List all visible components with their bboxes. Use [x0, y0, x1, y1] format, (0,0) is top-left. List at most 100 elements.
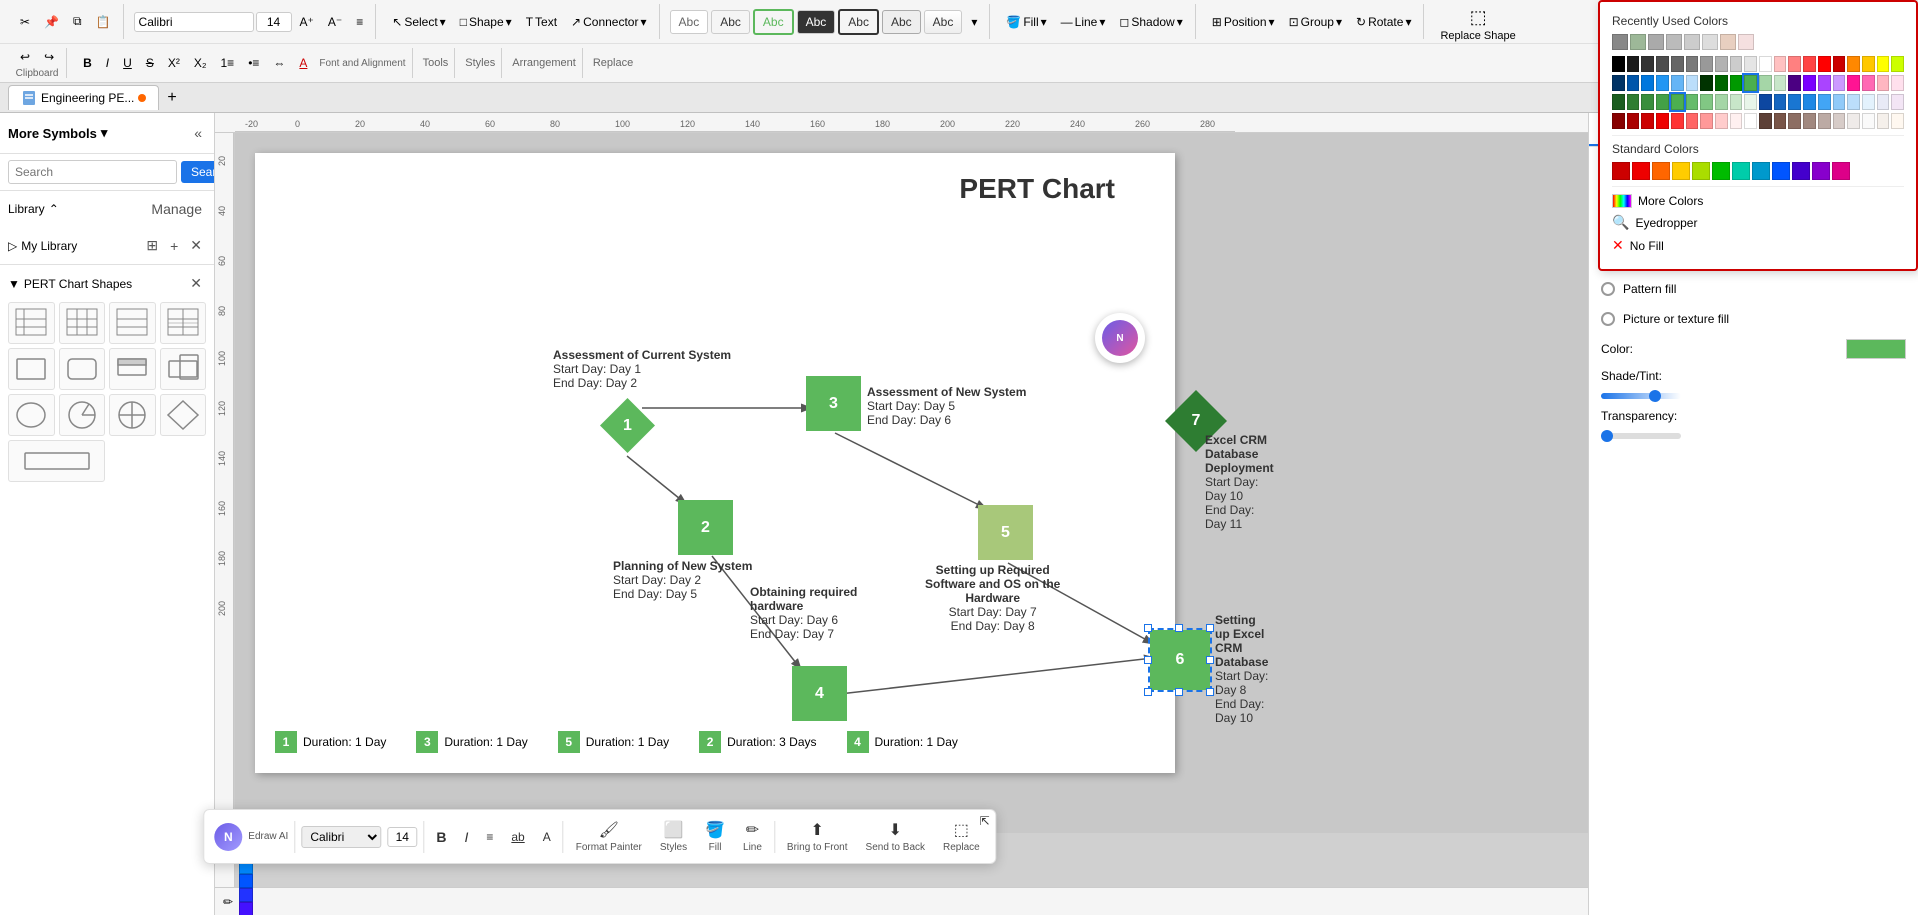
standard-color-swatch[interactable] — [1612, 162, 1630, 180]
handle-sw[interactable] — [1144, 688, 1152, 696]
recent-swatch[interactable] — [1684, 34, 1700, 50]
float-italic-btn[interactable]: I — [458, 825, 474, 849]
palette-swatch[interactable] — [1818, 113, 1831, 129]
bring-to-front-btn[interactable]: ⬆ Bring to Front — [781, 816, 854, 857]
pert-node-2[interactable]: 2 — [678, 500, 733, 555]
palette-swatch[interactable] — [1803, 56, 1816, 72]
handle-e[interactable] — [1206, 656, 1214, 664]
standard-color-swatch[interactable] — [1692, 162, 1710, 180]
palette-swatch[interactable] — [1774, 113, 1787, 129]
palette-swatch[interactable] — [1686, 94, 1699, 110]
standard-color-swatch[interactable] — [1652, 162, 1670, 180]
palette-swatch[interactable] — [1700, 56, 1713, 72]
my-library-add-icon[interactable]: ⊞ — [142, 233, 162, 258]
palette-swatch[interactable] — [1818, 94, 1831, 110]
bottom-color-swatch[interactable] — [239, 902, 253, 915]
palette-swatch[interactable] — [1759, 94, 1772, 110]
line-btn[interactable]: — Line ▾ — [1055, 12, 1112, 32]
palette-swatch[interactable] — [1612, 113, 1625, 129]
palette-swatch[interactable] — [1730, 75, 1743, 91]
palette-swatch[interactable] — [1788, 94, 1801, 110]
palette-swatch[interactable] — [1627, 75, 1640, 91]
palette-swatch[interactable] — [1715, 56, 1728, 72]
shade-thumb[interactable] — [1649, 390, 1661, 402]
palette-swatch[interactable] — [1877, 113, 1890, 129]
list-ordered-btn[interactable]: 1≡ — [215, 53, 241, 73]
rotate-btn[interactable]: ↻ Rotate ▾ — [1350, 12, 1417, 32]
palette-swatch[interactable] — [1700, 113, 1713, 129]
send-to-back-btn[interactable]: ⬇ Send to Back — [860, 816, 931, 857]
shape-item[interactable] — [160, 394, 207, 436]
shape-item[interactable] — [109, 302, 156, 344]
font-color-btn[interactable]: A — [293, 53, 313, 73]
paragraph-align-btn[interactable]: ⇔ — [267, 53, 291, 73]
palette-swatch[interactable] — [1833, 56, 1846, 72]
sidebar-collapse-btn[interactable]: « — [190, 121, 206, 145]
float-styles-btn[interactable]: ⬜ Styles — [654, 816, 693, 857]
palette-swatch[interactable] — [1715, 113, 1728, 129]
canvas-scroll[interactable]: 1 2 3 4 — [235, 133, 1588, 887]
standard-color-swatch[interactable] — [1632, 162, 1650, 180]
float-font-select[interactable]: Calibri — [301, 826, 381, 848]
shape-item[interactable] — [160, 348, 207, 390]
palette-swatch[interactable] — [1656, 75, 1669, 91]
undo-btn[interactable]: ↩ — [14, 47, 36, 67]
palette-swatch[interactable] — [1774, 75, 1787, 91]
shape-item[interactable] — [160, 302, 207, 344]
palette-swatch[interactable] — [1627, 56, 1640, 72]
palette-swatch[interactable] — [1847, 75, 1860, 91]
shape-item[interactable] — [59, 302, 106, 344]
cut-btn[interactable]: ✂ — [14, 12, 36, 32]
style-sample-1[interactable]: Abc — [670, 10, 709, 34]
palette-swatch[interactable] — [1877, 94, 1890, 110]
italic-btn[interactable]: I — [100, 53, 115, 73]
float-align-btn[interactable]: ≡ — [480, 826, 499, 848]
subscript-btn[interactable]: X₂ — [188, 53, 213, 73]
handle-se[interactable] — [1206, 688, 1214, 696]
palette-swatch[interactable] — [1641, 94, 1654, 110]
palette-swatch[interactable] — [1744, 56, 1757, 72]
palette-swatch[interactable] — [1862, 94, 1875, 110]
standard-color-swatch[interactable] — [1672, 162, 1690, 180]
palette-swatch[interactable] — [1671, 56, 1684, 72]
pin-btn[interactable]: 📌 — [38, 12, 65, 32]
palette-swatch[interactable] — [1759, 113, 1772, 129]
palette-swatch[interactable] — [1818, 56, 1831, 72]
palette-swatch[interactable] — [1686, 56, 1699, 72]
search-input[interactable] — [8, 160, 177, 184]
replace-shape-btn[interactable]: ⬚ Replace Shape — [1434, 4, 1521, 39]
shape-btn[interactable]: □ Shape ▾ — [454, 12, 518, 32]
font-decrease-btn[interactable]: A⁻ — [322, 12, 348, 32]
palette-swatch[interactable] — [1803, 75, 1816, 91]
font-name-input[interactable] — [134, 12, 254, 32]
standard-color-swatch[interactable] — [1832, 162, 1850, 180]
style-sample-4[interactable]: Abc — [797, 10, 836, 34]
palette-swatch[interactable] — [1788, 56, 1801, 72]
palette-swatch[interactable] — [1891, 56, 1904, 72]
more-colors-row[interactable]: More Colors — [1612, 191, 1904, 211]
palette-swatch[interactable] — [1759, 75, 1772, 91]
canvas-bg[interactable]: 1 2 3 4 — [255, 153, 1175, 773]
edraw-ai-badge[interactable]: N — [1095, 313, 1145, 363]
palette-swatch[interactable] — [1700, 75, 1713, 91]
font-size-input[interactable] — [256, 12, 292, 32]
pert-node-5[interactable]: 5 — [978, 505, 1033, 560]
paste-btn[interactable]: 📋 — [90, 12, 117, 32]
my-library-add-btn[interactable]: + — [166, 233, 182, 258]
recent-swatch[interactable] — [1612, 34, 1628, 50]
search-btn[interactable]: Search — [181, 161, 215, 183]
handle-w[interactable] — [1144, 656, 1152, 664]
palette-swatch[interactable] — [1715, 75, 1728, 91]
main-tab[interactable]: Engineering PE... — [8, 85, 159, 110]
palette-swatch[interactable] — [1877, 75, 1890, 91]
superscript-btn[interactable]: X² — [162, 53, 186, 73]
palette-swatch[interactable] — [1671, 94, 1684, 110]
palette-swatch[interactable] — [1627, 113, 1640, 129]
style-sample-5[interactable]: Abc — [838, 9, 879, 35]
palette-swatch[interactable] — [1612, 56, 1625, 72]
align-btn[interactable]: ≡ — [350, 12, 369, 32]
palette-swatch[interactable] — [1877, 56, 1890, 72]
palette-swatch[interactable] — [1730, 113, 1743, 129]
strikethrough-btn[interactable]: S — [140, 53, 160, 73]
pert-close-btn[interactable]: ✕ — [186, 271, 206, 296]
